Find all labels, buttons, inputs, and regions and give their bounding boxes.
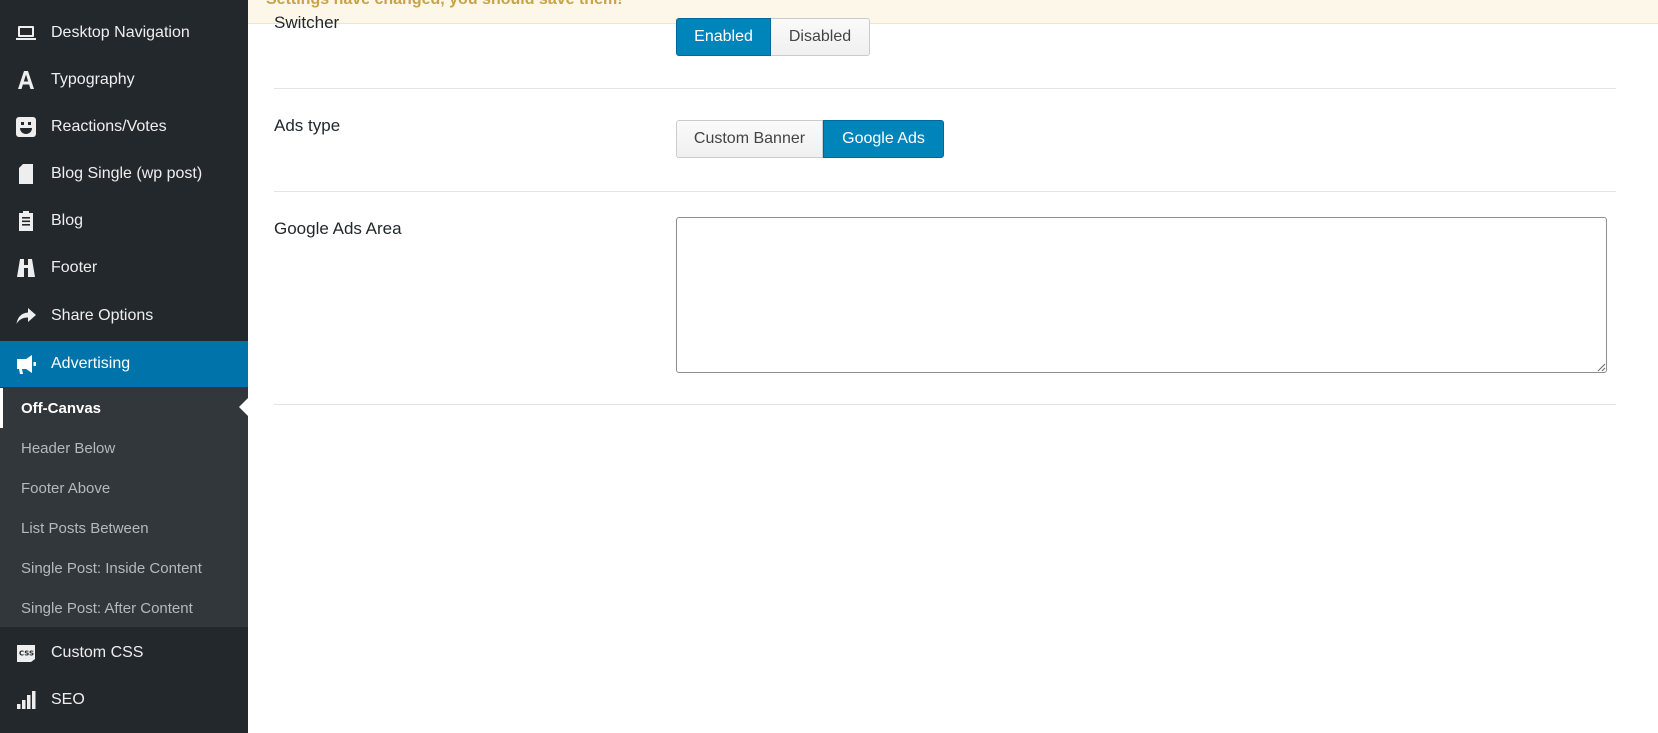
- share-icon: [0, 304, 51, 328]
- sidebar-item-label: Blog: [51, 212, 84, 229]
- custom-banner-button[interactable]: Custom Banner: [676, 120, 823, 158]
- sidebar-item-label: Share Options: [51, 307, 154, 324]
- smiley-icon: [0, 115, 51, 139]
- sidebar-item-share-options[interactable]: Share Options: [0, 293, 248, 339]
- css-icon: CSS: [0, 641, 51, 665]
- sidebar-item-desktop-navigation[interactable]: Desktop Navigation: [0, 10, 248, 56]
- sidebar-item-seo[interactable]: SEO: [0, 677, 248, 723]
- sidebar-item-footer[interactable]: Footer: [0, 245, 248, 291]
- ads-type-label: Ads type: [274, 116, 341, 135]
- sidebar-item-custom-css[interactable]: CSS Custom CSS: [0, 630, 248, 676]
- sidebar-item-label: SEO: [51, 691, 85, 708]
- sidebar-item-reactions-votes[interactable]: Reactions/Votes: [0, 104, 248, 150]
- row-divider: [274, 404, 1616, 405]
- disabled-button[interactable]: Disabled: [771, 18, 870, 56]
- submenu-item-footer-above[interactable]: Footer Above: [0, 468, 248, 508]
- notice-text: Settings have changed, you should save t…: [266, 0, 623, 9]
- enabled-button[interactable]: Enabled: [676, 18, 771, 56]
- sidebar-item-blog[interactable]: Blog: [0, 198, 248, 244]
- sidebar-item-label: Advertising: [51, 355, 131, 372]
- advertising-submenu: Off-Canvas Header Below Footer Above Lis…: [0, 387, 248, 627]
- sidebar-item-advertising[interactable]: Advertising: [0, 341, 248, 387]
- sidebar-item-label: Desktop Navigation: [51, 24, 190, 41]
- megaphone-icon: [0, 352, 51, 376]
- sidebar-item-label: Blog Single (wp post): [51, 165, 203, 182]
- clipboard-icon: [0, 209, 51, 233]
- chart-bars-icon: [0, 688, 51, 712]
- row-divider: [274, 88, 1616, 89]
- svg-text:CSS: CSS: [19, 650, 34, 658]
- row-divider: [274, 191, 1616, 192]
- typography-icon: [0, 68, 51, 92]
- unsaved-changes-notice: Settings have changed, you should save t…: [248, 0, 1658, 24]
- laptop-icon: [0, 21, 51, 45]
- current-page-arrow: [239, 398, 248, 416]
- sidebar-item-label: Footer: [51, 259, 98, 276]
- submenu-item-single-post-inside-content[interactable]: Single Post: Inside Content: [0, 548, 248, 588]
- admin-sidebar: Desktop Navigation Typography Reactions/…: [0, 0, 248, 733]
- google-ads-area-textarea[interactable]: [676, 217, 1607, 373]
- document-icon: [0, 162, 51, 186]
- sidebar-item-label: Reactions/Votes: [51, 118, 167, 135]
- sidebar-item-label: Typography: [51, 71, 135, 88]
- ads-type-button-group: Custom Banner Google Ads: [676, 120, 944, 158]
- switcher-label: Switcher: [274, 13, 340, 32]
- google-ads-button[interactable]: Google Ads: [823, 120, 944, 158]
- submenu-item-off-canvas[interactable]: Off-Canvas: [0, 388, 248, 428]
- sidebar-item-blog-single[interactable]: Blog Single (wp post): [0, 151, 248, 197]
- sidebar-item-label: Custom CSS: [51, 644, 144, 661]
- submenu-item-header-below[interactable]: Header Below: [0, 428, 248, 468]
- switcher-button-group: Enabled Disabled: [676, 18, 870, 56]
- resize-handle-icon[interactable]: [1596, 362, 1606, 372]
- submenu-item-single-post-after-content[interactable]: Single Post: After Content: [0, 588, 248, 628]
- submenu-item-list-posts-between[interactable]: List Posts Between: [0, 508, 248, 548]
- footer-icon: [0, 256, 51, 280]
- google-ads-area-label: Google Ads Area: [274, 219, 402, 238]
- sidebar-item-typography[interactable]: Typography: [0, 57, 248, 103]
